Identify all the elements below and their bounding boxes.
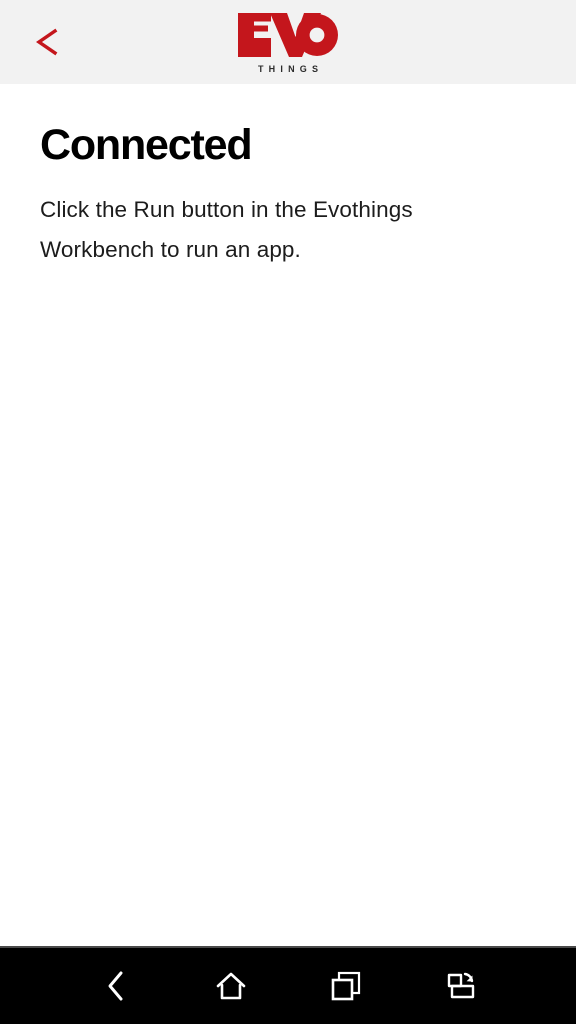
chevron-left-icon (103, 969, 129, 1003)
nav-home-button[interactable] (173, 948, 288, 1024)
home-icon (214, 969, 248, 1003)
page-title: Connected (40, 121, 253, 169)
logo-subtitle: THINGS (257, 64, 324, 74)
screen-rotate-icon (444, 969, 478, 1003)
instruction-text: Click the Run button in the Evothings Wo… (40, 197, 413, 263)
evothings-logo: THINGS (236, 13, 340, 74)
main-content: Connected Click the Run button in the Ev… (0, 84, 576, 946)
nav-rotate-button[interactable] (403, 948, 518, 1024)
nav-back-button[interactable] (58, 948, 173, 1024)
nav-recents-button[interactable] (288, 948, 403, 1024)
header-back-button[interactable] (18, 0, 74, 84)
chevron-left-icon (33, 27, 59, 57)
app-header: THINGS (0, 0, 576, 84)
app-screen: THINGS Connected Click the Run button in… (0, 0, 576, 1024)
overlapping-squares-icon (329, 969, 363, 1003)
evo-wordmark-icon (238, 13, 338, 62)
system-navigation-bar (0, 946, 576, 1024)
